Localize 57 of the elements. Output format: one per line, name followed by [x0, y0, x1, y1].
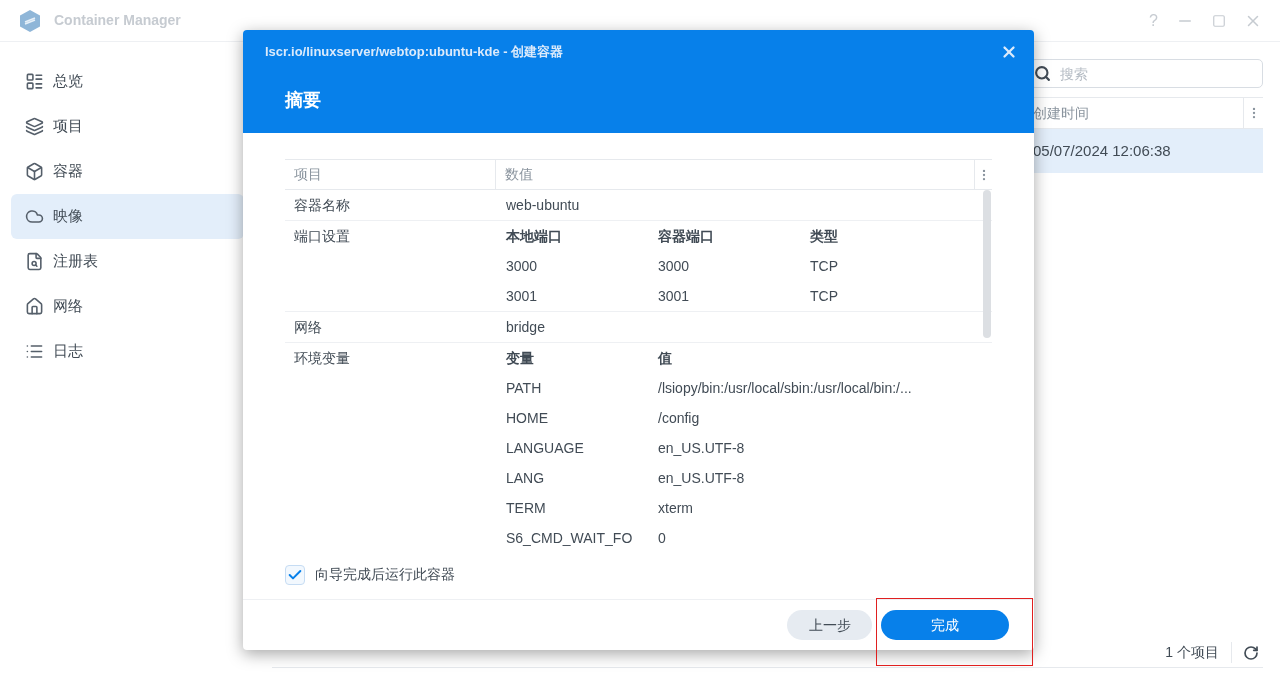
sidebar-item[interactable]: 网络 [11, 284, 244, 329]
row-label: 网络 [293, 317, 323, 337]
table-cell-text: PATH [506, 378, 543, 398]
row-label: 环境变量 [293, 348, 351, 368]
maximize-icon[interactable] [1212, 13, 1226, 28]
scrollbar-thumb[interactable] [983, 190, 991, 338]
sub-column-header: 类型 [810, 226, 839, 246]
row-value: web-ubuntu [506, 195, 580, 215]
row-value: bridge [506, 317, 545, 337]
sub-column-header: 本地端口 [506, 226, 563, 246]
checkbox[interactable] [285, 564, 305, 585]
table-cell-text: /lsiopy/bin:/usr/local/sbin:/usr/local/bin:/... [658, 378, 913, 398]
sidebar-item[interactable]: 容器 [11, 149, 244, 194]
checkbox-label: 向导完成后运行此容器 [315, 565, 455, 584]
table-cell-text: TCP [810, 256, 839, 276]
search-icon [1034, 65, 1051, 82]
table-cell-text: xterm [658, 498, 694, 518]
table-cell-text: S6_CMD_WAIT_FO [506, 528, 634, 548]
table-cell-text: HOME [506, 408, 549, 428]
layers-icon [25, 117, 44, 136]
refresh-icon[interactable] [1243, 644, 1259, 661]
sidebar-item[interactable]: 注册表 [11, 239, 244, 284]
back-button[interactable]: 上一步 [787, 610, 872, 640]
row-label: 容器名称 [293, 195, 351, 215]
sidebar-item[interactable]: 映像 [11, 194, 244, 239]
table-cell-text: /config [658, 408, 701, 428]
sub-column-header: 变量 [506, 348, 535, 368]
finish-button[interactable]: 完成 [881, 610, 1009, 640]
app-logo-icon [18, 8, 42, 33]
sub-column-header: 值 [658, 348, 673, 368]
document-search-icon [25, 252, 44, 271]
sub-column-header: 容器端口 [658, 226, 715, 246]
row-label: 端口设置 [293, 226, 351, 246]
table-cell-text: 3000 [506, 256, 539, 276]
app-title: Container Manager [54, 11, 181, 30]
card-icon [25, 72, 44, 91]
table-cell-text: en_US.UTF-8 [658, 438, 746, 458]
table-cell-text: LANGUAGE [506, 438, 585, 458]
item-count: 1 个项目 [1165, 642, 1232, 663]
sidebar-item[interactable]: 日志 [11, 329, 244, 374]
sidebar-item[interactable]: 总览 [11, 59, 244, 104]
table-cell-text: 3001 [506, 286, 539, 306]
table-cell-text: TCP [810, 286, 839, 306]
table-cell-text: 3001 [658, 286, 691, 306]
table-cell-text: en_US.UTF-8 [658, 468, 746, 488]
cube-icon [25, 162, 44, 181]
cloud-icon [25, 207, 44, 226]
table-cell-text: TERM [506, 498, 547, 518]
table-cell-text: LANG [506, 468, 546, 488]
table-cell-text: 0 [658, 528, 667, 548]
step-title: 摘要 [285, 89, 322, 112]
house-icon [25, 297, 44, 316]
close-icon[interactable] [1000, 43, 1018, 61]
dialog-title: lscr.io/linuxserver/webtop:ubuntu-kde - 创建容器 [265, 43, 564, 62]
sidebar-item[interactable]: 项目 [11, 104, 244, 149]
list-icon [25, 342, 44, 361]
table-cell-text: 3000 [658, 256, 691, 276]
